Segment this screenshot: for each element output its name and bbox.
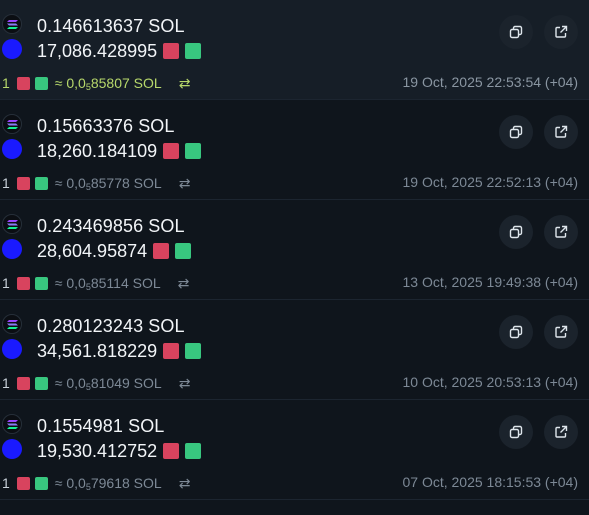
green-tag-icon: [34, 476, 48, 490]
token-amount-line: 34,561.818229: [37, 340, 202, 362]
token-amount: 28,604.95874: [37, 240, 148, 261]
copy-icon: [509, 25, 523, 39]
green-tag-icon: [34, 376, 48, 390]
timestamp: 13 Oct, 2025 19:49:38 (+04): [402, 274, 578, 290]
token-amount-line: 17,086.428995: [37, 40, 202, 62]
solana-logo-icon: [2, 14, 22, 34]
red-tag-icon: [16, 176, 30, 190]
open-external-button[interactable]: [544, 315, 578, 349]
tag-count: 1: [2, 375, 10, 391]
red-tag-icon: [16, 276, 30, 290]
token-amount-line: 18,260.184109: [37, 140, 202, 162]
transaction-list: 0.146613637 SOL 17,086.428995 1 ≈ 0,0585…: [0, 0, 589, 515]
token-amount: 34,561.818229: [37, 340, 158, 361]
trade-meta: 1 ≈ 0,0579618 SOL ⇄: [2, 474, 190, 492]
trade-meta: 1 ≈ 0,0585114 SOL ⇄: [2, 274, 189, 292]
red-tag-icon: [163, 443, 180, 459]
tag-count: 1: [2, 475, 10, 491]
unit-price: ≈ 0,0581049 SOL: [54, 374, 162, 392]
swap-arrows-icon[interactable]: ⇄: [179, 75, 191, 92]
red-tag-icon: [163, 43, 180, 59]
token-amount: 19,530.412752: [37, 440, 158, 461]
swap-arrows-icon[interactable]: ⇄: [179, 475, 191, 492]
open-external-button[interactable]: [544, 415, 578, 449]
open-external-button[interactable]: [544, 15, 578, 49]
unit-price: ≈ 0,0579618 SOL: [54, 474, 162, 492]
token-amount: 17,086.428995: [37, 40, 158, 61]
solana-logo-icon: [2, 314, 22, 334]
wallet-avatar-icon: [2, 139, 22, 159]
sol-amount: 0.1554981 SOL: [37, 416, 165, 436]
swap-arrows-icon[interactable]: ⇄: [179, 175, 191, 192]
sol-amount: 0.243469856 SOL: [37, 216, 185, 236]
copy-icon: [509, 225, 523, 239]
transaction-row[interactable]: 0.280123243 SOL 34,561.818229 1 ≈ 0,0581…: [0, 300, 589, 400]
green-tag-icon: [185, 443, 202, 459]
copy-button[interactable]: [499, 215, 533, 249]
tag-count: 1: [2, 75, 10, 91]
timestamp: 19 Oct, 2025 22:53:54 (+04): [402, 74, 578, 90]
solana-logo-icon: [2, 114, 22, 134]
red-tag-icon: [16, 376, 30, 390]
copy-button[interactable]: [499, 15, 533, 49]
unit-price: ≈ 0,0585114 SOL: [54, 274, 161, 292]
token-amount: 18,260.184109: [37, 140, 158, 161]
green-tag-icon: [185, 343, 202, 359]
transaction-row[interactable]: 0.243469856 SOL 28,604.95874 1 ≈ 0,05851…: [0, 200, 589, 300]
copy-icon: [509, 125, 523, 139]
wallet-avatar-icon: [2, 339, 22, 359]
red-tag-icon: [163, 143, 180, 159]
external-link-icon: [555, 425, 568, 438]
red-tag-icon: [163, 343, 180, 359]
token-amount-line: 28,604.95874: [37, 240, 192, 262]
red-tag-icon: [153, 243, 170, 259]
transaction-row[interactable]: 0.1554981 SOL 19,530.412752 1 ≈ 0,057961…: [0, 400, 589, 500]
open-external-button[interactable]: [544, 215, 578, 249]
external-link-icon: [555, 125, 568, 138]
green-tag-icon: [34, 176, 48, 190]
timestamp: 10 Oct, 2025 20:53:13 (+04): [402, 374, 578, 390]
wallet-avatar-icon: [2, 39, 22, 59]
trade-meta: 1 ≈ 0,0585807 SOL ⇄: [2, 74, 190, 92]
solana-logo-icon: [2, 214, 22, 234]
external-link-icon: [555, 325, 568, 338]
green-tag-icon: [175, 243, 192, 259]
open-external-button[interactable]: [544, 115, 578, 149]
swap-arrows-icon[interactable]: ⇄: [178, 275, 190, 292]
sol-amount: 0.280123243 SOL: [37, 316, 185, 336]
wallet-avatar-icon: [2, 439, 22, 459]
wallet-avatar-icon: [2, 239, 22, 259]
sol-amount: 0.15663376 SOL: [37, 116, 175, 136]
solana-logo-icon: [2, 414, 22, 434]
transaction-row[interactable]: 0.15663376 SOL 18,260.184109 1 ≈ 0,05857…: [0, 100, 589, 200]
swap-arrows-icon[interactable]: ⇄: [179, 375, 191, 392]
timestamp: 07 Oct, 2025 18:15:53 (+04): [402, 474, 578, 490]
red-tag-icon: [16, 76, 30, 90]
green-tag-icon: [185, 43, 202, 59]
unit-price: ≈ 0,0585778 SOL: [54, 174, 162, 192]
copy-button[interactable]: [499, 315, 533, 349]
transaction-row[interactable]: 0.146613637 SOL 17,086.428995 1 ≈ 0,0585…: [0, 0, 589, 100]
unit-price: ≈ 0,0585807 SOL: [54, 74, 162, 92]
copy-button[interactable]: [499, 115, 533, 149]
green-tag-icon: [185, 143, 202, 159]
red-tag-icon: [16, 476, 30, 490]
copy-icon: [509, 425, 523, 439]
copy-button[interactable]: [499, 415, 533, 449]
trade-meta: 1 ≈ 0,0581049 SOL ⇄: [2, 374, 190, 392]
sol-amount: 0.146613637 SOL: [37, 16, 185, 36]
tag-count: 1: [2, 275, 10, 291]
green-tag-icon: [34, 276, 48, 290]
copy-icon: [509, 325, 523, 339]
timestamp: 19 Oct, 2025 22:52:13 (+04): [402, 174, 578, 190]
green-tag-icon: [34, 76, 48, 90]
tag-count: 1: [2, 175, 10, 191]
trade-meta: 1 ≈ 0,0585778 SOL ⇄: [2, 174, 190, 192]
external-link-icon: [555, 225, 568, 238]
token-amount-line: 19,530.412752: [37, 440, 202, 462]
external-link-icon: [555, 25, 568, 38]
